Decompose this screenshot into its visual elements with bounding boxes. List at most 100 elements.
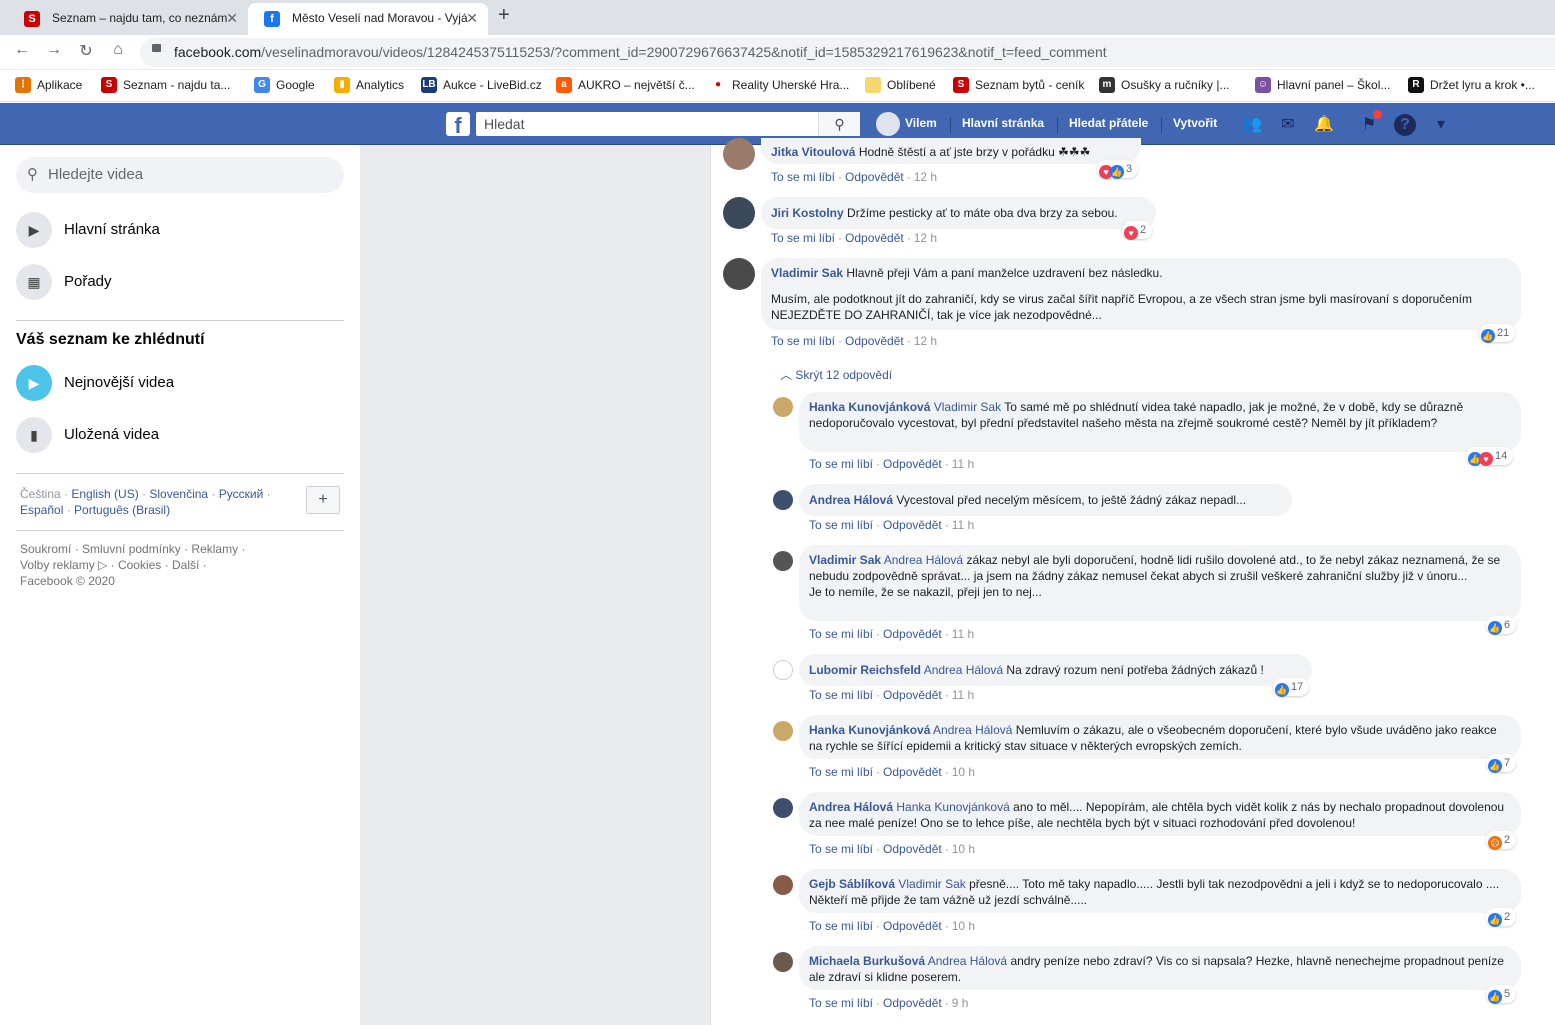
bookmark-lyra[interactable]: R Držet lyru a krok •... <box>1408 77 1535 93</box>
messenger-icon[interactable]: ✉ <box>1277 114 1299 136</box>
mention-tag[interactable]: Vladimir Sak <box>934 400 1001 414</box>
like-link[interactable]: To se mi líbí <box>809 518 873 532</box>
bookmark-aplikace[interactable]: ⋮ Aplikace <box>15 77 82 93</box>
lock-icon[interactable] <box>152 44 161 52</box>
close-tab-icon[interactable]: ✕ <box>226 3 238 33</box>
like-link[interactable]: To se mi líbí <box>809 996 873 1010</box>
comment-author[interactable]: Hanka Kunovjánková <box>809 400 930 414</box>
reply-link[interactable]: Odpovědět <box>883 919 942 933</box>
reaction-count[interactable]: 👍 17 <box>1273 678 1310 697</box>
video-search-input[interactable]: ⚲ Hledejte videa <box>16 157 344 193</box>
avatar[interactable] <box>773 875 793 895</box>
mention-tag[interactable]: Hanka Kunovjánková <box>896 800 1009 814</box>
reply-link[interactable]: Odpovědět <box>883 842 942 856</box>
language-link[interactable]: Español <box>20 503 63 517</box>
footer-link[interactable]: Cookies <box>118 558 161 572</box>
sidebar-item-shows[interactable]: ▦ Pořady <box>16 264 346 300</box>
comment-time[interactable]: 12 h <box>914 170 937 184</box>
reply-link[interactable]: Odpovědět <box>883 996 942 1010</box>
chevron-down-icon[interactable]: ▾ <box>1430 114 1452 136</box>
back-arrow-icon[interactable]: ← <box>10 41 34 59</box>
mention-tag[interactable]: Andrea Hálová <box>933 723 1012 737</box>
reaction-count[interactable]: 👍 2 <box>1486 908 1517 927</box>
footer-link[interactable]: Další <box>172 558 199 572</box>
bookmark-seznam[interactable]: S Seznam - najdu ta... <box>101 77 230 93</box>
avatar[interactable] <box>773 798 793 818</box>
reply-link[interactable]: Odpovědět <box>883 518 942 532</box>
mention-tag[interactable]: Andrea Hálová <box>928 954 1007 968</box>
friends-icon[interactable]: 👥 <box>1241 114 1263 136</box>
comment-time[interactable]: 11 h <box>952 688 974 702</box>
like-link[interactable]: To se mi líbí <box>771 170 835 184</box>
comment-time[interactable]: 11 h <box>952 627 974 641</box>
url-field[interactable]: facebook.com/veselinadmoravou/videos/128… <box>140 38 1555 67</box>
comment-time[interactable]: 11 h <box>952 518 974 532</box>
facebook-logo-icon[interactable]: f <box>446 112 470 138</box>
language-link[interactable]: Русский <box>219 487 264 501</box>
like-link[interactable]: To se mi líbí <box>771 334 835 348</box>
avatar[interactable] <box>773 397 793 417</box>
search-icon[interactable]: ⚲ <box>818 112 860 136</box>
avatar[interactable] <box>723 197 755 229</box>
close-tab-icon[interactable]: ✕ <box>466 3 478 33</box>
reaction-count[interactable]: ♥ 👍 3 <box>1097 160 1139 179</box>
avatar[interactable] <box>773 490 793 510</box>
sidebar-item-home[interactable]: ▶ Hlavní stránka <box>16 212 346 248</box>
bookmark-analytics[interactable]: ▮ Analytics <box>334 77 404 93</box>
comment-author[interactable]: Andrea Hálová <box>809 493 893 507</box>
reply-link[interactable]: Odpovědět <box>883 765 942 779</box>
bookmark-livebid[interactable]: LB Aukce - LiveBid.cz <box>421 77 542 93</box>
bookmark-seznam-bytu[interactable]: S Seznam bytů - ceník <box>953 77 1084 93</box>
reaction-count[interactable]: 👍 ♥ 14 <box>1466 447 1514 466</box>
footer-link[interactable]: Soukromí <box>20 542 71 556</box>
reply-link[interactable]: Odpovědět <box>883 627 942 641</box>
comment-author[interactable]: Hanka Kunovjánková <box>809 723 930 737</box>
create-link[interactable]: Vytvořit <box>1173 116 1217 130</box>
bookmark-oblibene[interactable]: Oblíbené <box>865 77 936 93</box>
profile-link[interactable]: Vilem <box>905 116 937 130</box>
notifications-bell-icon[interactable]: 🔔 <box>1313 114 1335 136</box>
forward-arrow-icon[interactable]: → <box>42 41 66 59</box>
bookmark-skola[interactable]: ☺ Hlavní panel – Škol... <box>1255 77 1390 93</box>
language-link[interactable]: Português (Brasil) <box>74 503 170 517</box>
reaction-count[interactable]: 👍 5 <box>1486 985 1517 1004</box>
reply-link[interactable]: Odpovědět <box>845 334 904 348</box>
reaction-count[interactable]: 👍 7 <box>1486 754 1517 773</box>
new-tab-button[interactable]: + <box>498 4 510 27</box>
comment-time[interactable]: 12 h <box>914 231 937 245</box>
help-icon[interactable]: ? <box>1394 114 1416 136</box>
comment-time[interactable]: 10 h <box>952 919 975 933</box>
avatar[interactable] <box>773 721 793 741</box>
tab-facebook[interactable]: f Město Veselí nad Moravou - Vyjá ✕ <box>248 3 488 35</box>
avatar[interactable] <box>876 112 900 136</box>
like-link[interactable]: To se mi líbí <box>809 688 873 702</box>
comment-author[interactable]: Vladimir Sak <box>809 553 881 567</box>
home-link[interactable]: Hlavní stránka <box>962 116 1044 130</box>
comment-author[interactable]: Lubomir Reichsfeld <box>809 663 921 677</box>
comment-author[interactable]: Gejb Sáblíková <box>809 877 895 891</box>
like-link[interactable]: To se mi líbí <box>809 919 873 933</box>
bookmark-reality[interactable]: ● Reality Uherské Hra... <box>710 77 849 93</box>
comment-time[interactable]: 11 h <box>952 457 974 471</box>
reply-link[interactable]: Odpovědět <box>845 231 904 245</box>
comment-author[interactable]: Andrea Hálová <box>809 800 893 814</box>
like-link[interactable]: To se mi líbí <box>809 457 873 471</box>
mention-tag[interactable]: Vladimir Sak <box>898 877 965 891</box>
comment-author[interactable]: Vladimir Sak <box>771 266 843 280</box>
language-link[interactable]: English (US) <box>71 487 138 501</box>
reaction-count[interactable]: ♥ 2 <box>1122 221 1153 240</box>
footer-link[interactable]: Reklamy <box>191 542 238 556</box>
facebook-search-input[interactable]: Hledat ⚲ <box>476 112 860 136</box>
language-link[interactable]: Slovenčina <box>149 487 208 501</box>
tab-seznam[interactable]: S Seznam – najdu tam, co neznám ✕ <box>8 3 248 35</box>
comment-author[interactable]: Michaela Burkušová <box>809 954 925 968</box>
comment-time[interactable]: 10 h <box>952 765 975 779</box>
mention-tag[interactable]: Andrea Hálová <box>924 663 1003 677</box>
find-friends-link[interactable]: Hledat přátele <box>1069 116 1148 130</box>
comment-time[interactable]: 10 h <box>952 842 975 856</box>
sidebar-item-latest-videos[interactable]: ▶ Nejnovější videa <box>16 365 346 401</box>
footer-link[interactable]: Smluvní podmínky <box>82 542 181 556</box>
like-link[interactable]: To se mi líbí <box>809 842 873 856</box>
avatar[interactable] <box>773 551 793 571</box>
bookmark-aukro[interactable]: a AUKRO – největší č... <box>556 77 695 93</box>
